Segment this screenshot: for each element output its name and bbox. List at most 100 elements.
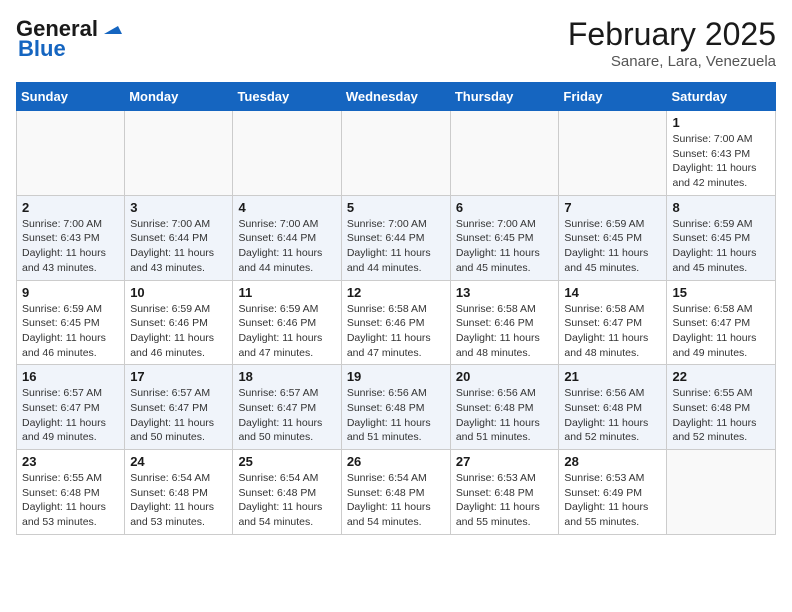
calendar-cell: 16 Sunrise: 6:57 AM Sunset: 6:47 PM Dayli… [17,365,125,450]
calendar-cell: 13 Sunrise: 6:58 AM Sunset: 6:46 PM Dayli… [450,280,559,365]
day-number: 18 [238,369,335,384]
day-number: 23 [22,454,119,469]
logo-blue-text: Blue [18,36,66,62]
location: Sanare, Lara, Venezuela [568,53,776,70]
day-number: 7 [564,200,661,215]
day-number: 19 [347,369,445,384]
calendar-cell: 5 Sunrise: 7:00 AM Sunset: 6:44 PM Daylig… [341,195,450,280]
calendar-cell: 3 Sunrise: 7:00 AM Sunset: 6:44 PM Daylig… [125,195,233,280]
calendar-cell [667,450,776,535]
weekday-header-monday: Monday [125,83,233,111]
day-number: 2 [22,200,119,215]
day-number: 25 [238,454,335,469]
day-info: Sunrise: 7:00 AM Sunset: 6:44 PM Dayligh… [130,217,227,276]
day-info: Sunrise: 6:56 AM Sunset: 6:48 PM Dayligh… [347,386,445,445]
day-info: Sunrise: 6:54 AM Sunset: 6:48 PM Dayligh… [130,471,227,530]
day-number: 20 [456,369,554,384]
day-info: Sunrise: 6:59 AM Sunset: 6:45 PM Dayligh… [564,217,661,276]
calendar-cell [17,111,125,196]
calendar-cell: 6Sunrise: 7:00 AM Sunset: 6:45 PM Daylig… [450,195,559,280]
calendar-cell: 17 Sunrise: 6:57 AM Sunset: 6:47 PM Dayli… [125,365,233,450]
day-info: Sunrise: 6:56 AM Sunset: 6:48 PM Dayligh… [564,386,661,445]
day-number: 16 [22,369,119,384]
day-info: Sunrise: 6:56 AM Sunset: 6:48 PM Dayligh… [456,386,554,445]
weekday-header-sunday: Sunday [17,83,125,111]
day-info: Sunrise: 6:57 AM Sunset: 6:47 PM Dayligh… [22,386,119,445]
day-number: 21 [564,369,661,384]
day-info: Sunrise: 6:58 AM Sunset: 6:46 PM Dayligh… [347,302,445,361]
day-info: Sunrise: 6:53 AM Sunset: 6:49 PM Dayligh… [564,471,661,530]
day-info: Sunrise: 6:55 AM Sunset: 6:48 PM Dayligh… [672,386,770,445]
day-info: Sunrise: 6:54 AM Sunset: 6:48 PM Dayligh… [347,471,445,530]
day-number: 5 [347,200,445,215]
page-header: General Blue February 2025 Sanare, Lara,… [16,16,776,70]
calendar-cell: 15 Sunrise: 6:58 AM Sunset: 6:47 PM Dayli… [667,280,776,365]
calendar-cell: 11 Sunrise: 6:59 AM Sunset: 6:46 PM Dayli… [233,280,341,365]
day-info: Sunrise: 7:00 AM Sunset: 6:43 PM Dayligh… [672,132,770,191]
day-number: 1 [672,115,770,130]
calendar-cell: 21 Sunrise: 6:56 AM Sunset: 6:48 PM Dayli… [559,365,667,450]
calendar-cell: 20 Sunrise: 6:56 AM Sunset: 6:48 PM Dayli… [450,365,559,450]
day-number: 3 [130,200,227,215]
calendar-week-row: 1 Sunrise: 7:00 AM Sunset: 6:43 PM Daylig… [17,111,776,196]
day-info: Sunrise: 6:57 AM Sunset: 6:47 PM Dayligh… [238,386,335,445]
calendar-cell: 19 Sunrise: 6:56 AM Sunset: 6:48 PM Dayli… [341,365,450,450]
calendar-cell: 2 Sunrise: 7:00 AM Sunset: 6:43 PM Daylig… [17,195,125,280]
calendar-cell: 14Sunrise: 6:58 AM Sunset: 6:47 PM Dayli… [559,280,667,365]
calendar-table: SundayMondayTuesdayWednesdayThursdayFrid… [16,82,776,535]
calendar-cell: 24 Sunrise: 6:54 AM Sunset: 6:48 PM Dayli… [125,450,233,535]
day-info: Sunrise: 6:58 AM Sunset: 6:46 PM Dayligh… [456,302,554,361]
day-info: Sunrise: 6:53 AM Sunset: 6:48 PM Dayligh… [456,471,554,530]
day-info: Sunrise: 7:00 AM Sunset: 6:43 PM Dayligh… [22,217,119,276]
calendar-week-row: 9 Sunrise: 6:59 AM Sunset: 6:45 PM Daylig… [17,280,776,365]
calendar-cell: 25 Sunrise: 6:54 AM Sunset: 6:48 PM Dayli… [233,450,341,535]
day-number: 11 [238,285,335,300]
calendar-week-row: 2 Sunrise: 7:00 AM Sunset: 6:43 PM Daylig… [17,195,776,280]
day-number: 26 [347,454,445,469]
day-info: Sunrise: 6:59 AM Sunset: 6:46 PM Dayligh… [238,302,335,361]
day-info: Sunrise: 6:59 AM Sunset: 6:45 PM Dayligh… [22,302,119,361]
calendar-cell: 12Sunrise: 6:58 AM Sunset: 6:46 PM Dayli… [341,280,450,365]
day-number: 27 [456,454,554,469]
month-title: February 2025 [568,16,776,53]
calendar-cell [125,111,233,196]
calendar-cell: 18 Sunrise: 6:57 AM Sunset: 6:47 PM Dayli… [233,365,341,450]
day-number: 8 [672,200,770,215]
day-number: 24 [130,454,227,469]
day-number: 9 [22,285,119,300]
day-info: Sunrise: 6:57 AM Sunset: 6:47 PM Dayligh… [130,386,227,445]
day-number: 15 [672,285,770,300]
day-number: 10 [130,285,227,300]
calendar-cell: 22 Sunrise: 6:55 AM Sunset: 6:48 PM Dayli… [667,365,776,450]
calendar-week-row: 16 Sunrise: 6:57 AM Sunset: 6:47 PM Dayli… [17,365,776,450]
day-info: Sunrise: 6:58 AM Sunset: 6:47 PM Dayligh… [564,302,661,361]
title-block: February 2025 Sanare, Lara, Venezuela [568,16,776,70]
day-number: 22 [672,369,770,384]
calendar-cell: 27 Sunrise: 6:53 AM Sunset: 6:48 PM Dayli… [450,450,559,535]
logo-icon [100,16,122,38]
weekday-header-tuesday: Tuesday [233,83,341,111]
calendar-cell [450,111,559,196]
calendar-cell: 26 Sunrise: 6:54 AM Sunset: 6:48 PM Dayli… [341,450,450,535]
calendar-cell [341,111,450,196]
calendar-cell: 7 Sunrise: 6:59 AM Sunset: 6:45 PM Daylig… [559,195,667,280]
calendar-cell [559,111,667,196]
calendar-cell: 4 Sunrise: 7:00 AM Sunset: 6:44 PM Daylig… [233,195,341,280]
calendar-cell: 10 Sunrise: 6:59 AM Sunset: 6:46 PM Dayli… [125,280,233,365]
day-number: 28 [564,454,661,469]
day-number: 4 [238,200,335,215]
calendar-cell: 1 Sunrise: 7:00 AM Sunset: 6:43 PM Daylig… [667,111,776,196]
calendar-week-row: 23 Sunrise: 6:55 AM Sunset: 6:48 PM Dayli… [17,450,776,535]
day-info: Sunrise: 6:54 AM Sunset: 6:48 PM Dayligh… [238,471,335,530]
day-info: Sunrise: 6:55 AM Sunset: 6:48 PM Dayligh… [22,471,119,530]
weekday-header-row: SundayMondayTuesdayWednesdayThursdayFrid… [17,83,776,111]
day-info: Sunrise: 6:58 AM Sunset: 6:47 PM Dayligh… [672,302,770,361]
day-info: Sunrise: 7:00 AM Sunset: 6:44 PM Dayligh… [347,217,445,276]
weekday-header-wednesday: Wednesday [341,83,450,111]
day-info: Sunrise: 6:59 AM Sunset: 6:46 PM Dayligh… [130,302,227,361]
calendar-cell: 23 Sunrise: 6:55 AM Sunset: 6:48 PM Dayli… [17,450,125,535]
day-number: 17 [130,369,227,384]
weekday-header-friday: Friday [559,83,667,111]
day-number: 13 [456,285,554,300]
day-info: Sunrise: 7:00 AM Sunset: 6:44 PM Dayligh… [238,217,335,276]
